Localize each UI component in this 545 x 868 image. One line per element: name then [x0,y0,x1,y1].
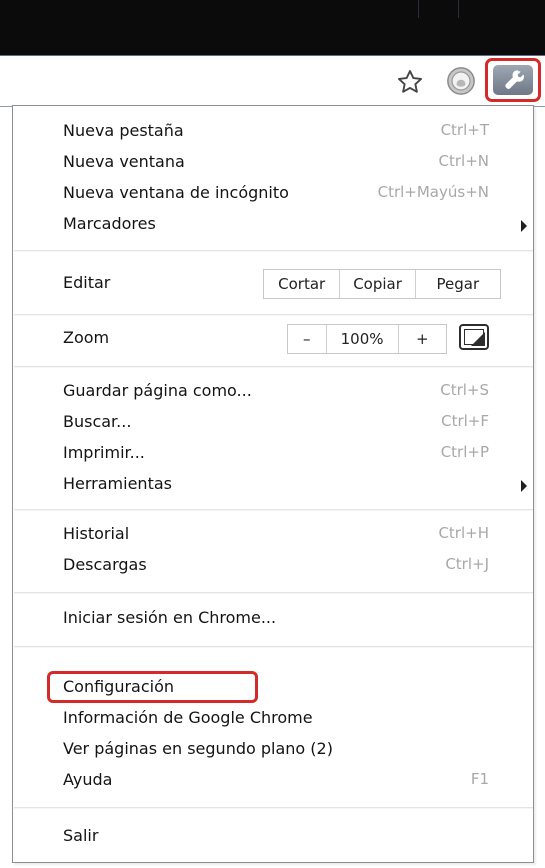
menu-item-label: Iniciar sesión en Chrome... [63,608,277,627]
menu-item-label: Nueva ventana [63,152,185,171]
menu-item-shortcut: Ctrl+P [440,443,489,461]
menu-row-zoom: Zoom [13,324,533,354]
menu-item-new-window[interactable]: Nueva ventana Ctrl+N [13,148,533,178]
menu-item-shortcut: F1 [470,770,489,788]
menu-item-label: Salir [63,826,99,845]
menu-item-history[interactable]: Historial Ctrl+H [13,520,533,550]
menu-item-label: Historial [63,524,130,543]
zoom-controls: – 100% + [287,324,447,354]
menu-item-label: Ver páginas en segundo plano (2) [63,739,333,758]
fullscreen-icon[interactable] [459,324,489,350]
menu-item-label: Nueva pestaña [63,121,184,140]
menu-item-new-tab[interactable]: Nueva pestaña Ctrl+T [13,117,533,147]
paste-button[interactable]: Pegar [416,270,500,298]
menu-item-shortcut: Ctrl+F [441,412,489,430]
settings-highlight-outline [47,671,258,703]
menu-item-label: Descargas [63,555,147,574]
menu-separator-light [14,593,533,594]
submenu-arrow-icon [521,480,527,492]
menu-item-sign-in[interactable]: Iniciar sesión en Chrome... [13,604,533,634]
menu-item-shortcut: Ctrl+J [445,555,489,573]
menu-item-label: Marcadores [63,214,156,233]
menu-item-save-page[interactable]: Guardar página como... Ctrl+S [13,377,533,407]
top-bar-divider [418,0,419,18]
menu-item-label: Imprimir... [63,443,145,462]
menu-separator-light [14,510,533,511]
menu-separator-light [14,315,533,316]
menu-item-label: Nueva ventana de incógnito [63,183,289,202]
copy-button[interactable]: Copiar [340,270,416,298]
menu-item-label: Ayuda [63,770,113,789]
menu-separator-light [14,808,533,809]
zoom-out-button[interactable]: – [288,325,327,353]
edit-label: Editar [63,273,111,292]
menu-item-shortcut: Ctrl+Mayús+N [377,183,489,201]
menu-item-exit[interactable]: Salir [13,822,533,852]
zoom-in-button[interactable]: + [399,325,446,353]
wrench-menu-button[interactable] [485,58,541,102]
wrench-icon [505,70,525,89]
menu-item-bookmarks[interactable]: Marcadores [13,210,533,240]
cut-button[interactable]: Cortar [264,270,341,298]
chrome-wrench-menu: Nueva pestaña Ctrl+T Nueva ventana Ctrl+… [12,105,534,863]
menu-item-incognito-window[interactable]: Nueva ventana de incógnito Ctrl+Mayús+N [13,179,533,209]
menu-item-about-chrome[interactable]: Información de Google Chrome [13,704,533,734]
menu-item-shortcut: Ctrl+T [440,121,489,139]
wrench-button-bg [493,65,533,95]
edit-buttons-group: Cortar Copiar Pegar [263,269,501,299]
menu-item-shortcut: Ctrl+N [438,152,489,170]
menu-item-find[interactable]: Buscar... Ctrl+F [13,408,533,438]
menu-item-label: Información de Google Chrome [63,708,313,727]
top-bar-divider [458,0,459,18]
zoom-level: 100% [327,325,399,353]
menu-item-tools[interactable]: Herramientas [13,470,533,500]
extension-icon[interactable] [446,66,476,96]
menu-item-label: Herramientas [63,474,172,493]
menu-item-shortcut: Ctrl+H [438,524,489,542]
submenu-arrow-icon [521,220,527,232]
star-icon[interactable] [396,68,424,96]
menu-item-shortcut: Ctrl+S [440,381,489,399]
menu-item-label: Guardar página como... [63,381,252,400]
window-top-bar [0,0,545,55]
menu-item-background-pages[interactable]: Ver páginas en segundo plano (2) [13,735,533,765]
fullscreen-corner [471,332,485,346]
zoom-label: Zoom [63,328,110,347]
menu-item-help[interactable]: Ayuda F1 [13,766,533,796]
menu-item-downloads[interactable]: Descargas Ctrl+J [13,551,533,581]
menu-item-print[interactable]: Imprimir... Ctrl+P [13,439,533,469]
menu-item-label: Buscar... [63,412,132,431]
menu-separator-light [14,251,533,252]
menu-separator-light [14,367,533,368]
menu-separator-light [14,647,533,648]
